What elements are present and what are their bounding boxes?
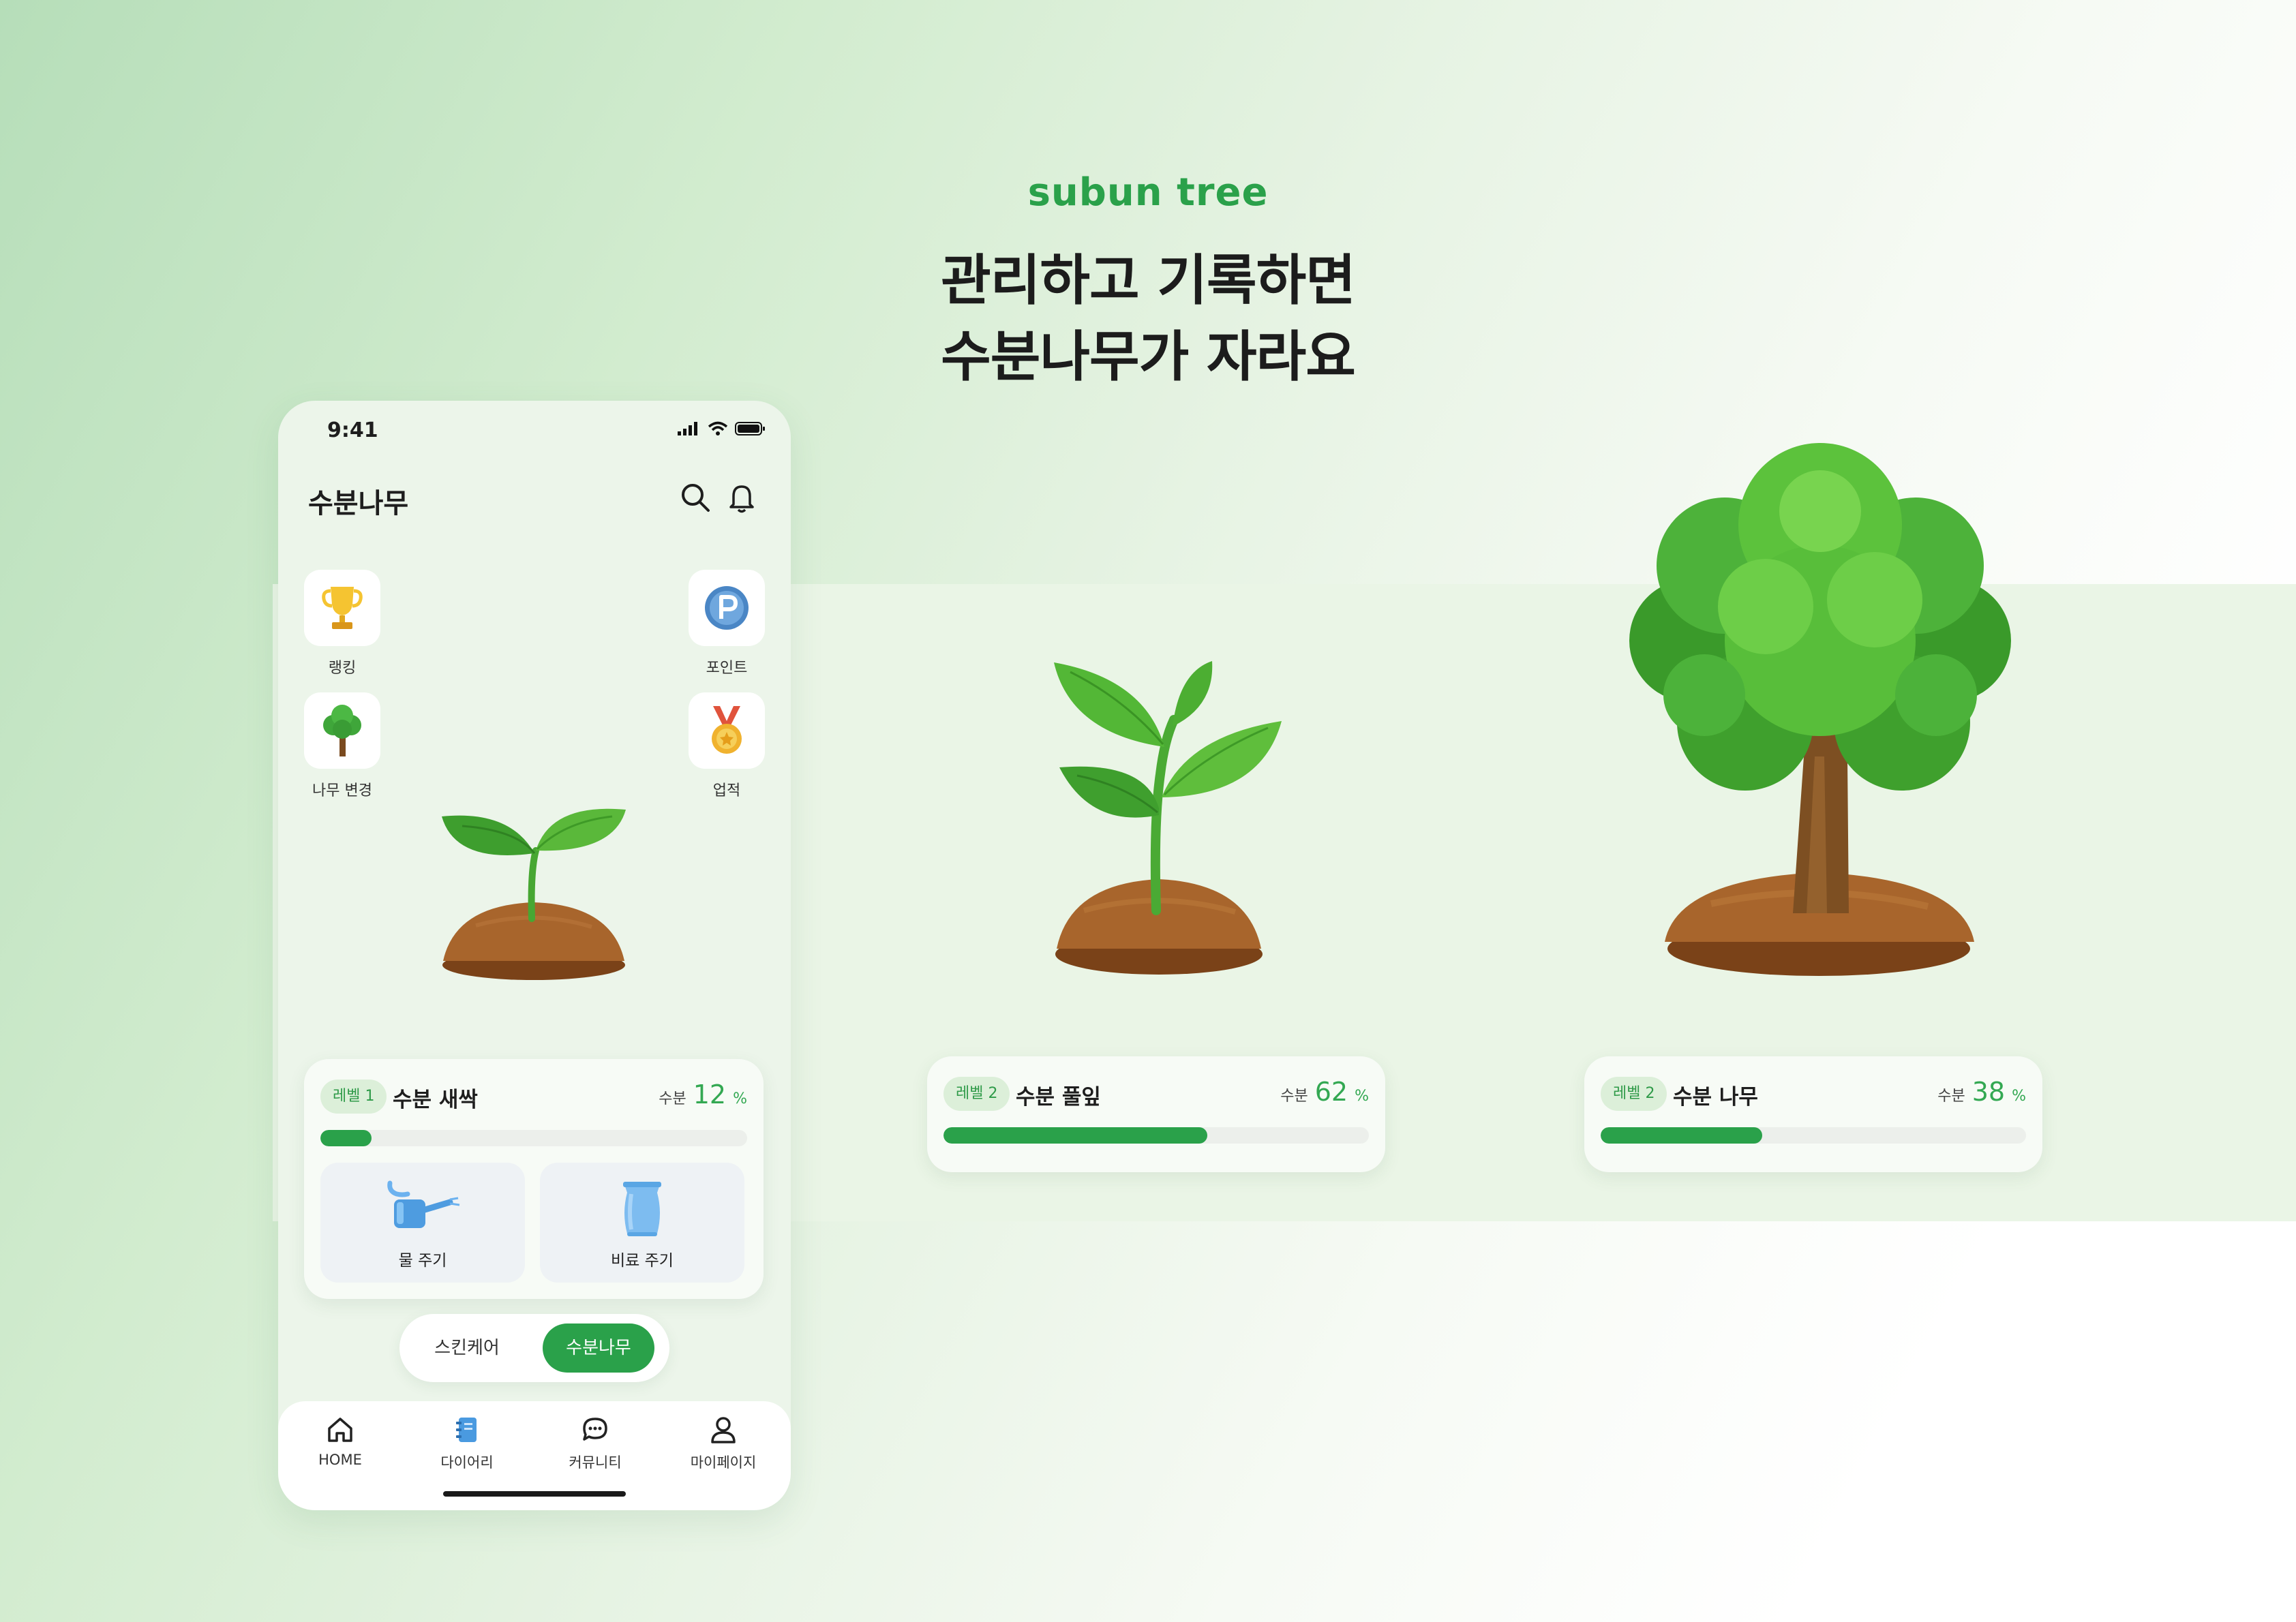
- headline: 관리하고 기록하면 수분나무가 자라요: [0, 243, 2296, 395]
- moisture-readout: 수분 62%: [1280, 1077, 1369, 1107]
- tab-community-label: 커뮤니티: [569, 1454, 622, 1471]
- moisture-readout: 수분 38%: [1937, 1077, 2026, 1107]
- moisture-label: 수분: [1280, 1088, 1308, 1105]
- tab-home-label: HOME: [318, 1452, 362, 1468]
- points-label: 포인트: [706, 660, 748, 677]
- tab-diary-label: 다이어리: [440, 1454, 494, 1471]
- moisture-unit: %: [1355, 1088, 1369, 1105]
- status-icons: [678, 421, 766, 436]
- app-title: 수분나무: [308, 488, 409, 519]
- water-label: 물 주기: [398, 1252, 447, 1270]
- tree-illustration: [1629, 443, 2011, 976]
- phone-mockup: 9:41 수분나무 랭킹 포인트 나무 변경 업적 레벨 1 수분 새싹 수분 …: [278, 401, 791, 1510]
- stage-name: 수분 풀잎: [1016, 1085, 1101, 1110]
- tab-home[interactable]: HOME: [289, 1413, 391, 1468]
- shortcut-ranking[interactable]: 랭킹: [303, 570, 382, 677]
- watering-can-icon: [387, 1180, 460, 1228]
- diary-icon: [456, 1418, 477, 1442]
- progress-fill: [1601, 1127, 1763, 1144]
- tree-change-tile: [304, 692, 380, 769]
- home-indicator: [443, 1491, 626, 1497]
- moisture-label: 수분: [659, 1090, 686, 1107]
- stage-name: 수분 새싹: [393, 1088, 478, 1112]
- achievements-label: 업적: [712, 782, 741, 799]
- chat-bubble-icon: [583, 1418, 607, 1441]
- tab-diary[interactable]: 다이어리: [416, 1413, 518, 1472]
- tab-mypage-label: 마이페이지: [690, 1454, 757, 1471]
- stage-card-tree: 레벨 2 수분 나무 수분 38%: [1584, 1056, 2042, 1172]
- toggle-tree[interactable]: 수분나무: [543, 1323, 654, 1373]
- progress-fill: [943, 1127, 1207, 1144]
- moisture-progress-bar: [1601, 1127, 2026, 1144]
- headline-line-2: 수분나무가 자라요: [941, 325, 1356, 388]
- search-icon[interactable]: [679, 481, 712, 514]
- fertilizer-bag-icon: [623, 1182, 661, 1236]
- user-icon: [711, 1417, 736, 1443]
- status-time: 9:41: [327, 418, 378, 442]
- tree-change-label: 나무 변경: [312, 782, 372, 799]
- sprout-illustration: [442, 808, 626, 980]
- ranking-label: 랭킹: [328, 660, 357, 677]
- moisture-unit: %: [2012, 1088, 2026, 1105]
- battery-icon: [735, 422, 765, 435]
- moisture-label: 수분: [1937, 1088, 1965, 1105]
- stage-card-grass: 레벨 2 수분 풀잎 수분 62%: [927, 1056, 1385, 1172]
- bottom-tab-bar: HOME 다이어리 커뮤니티 마이페이지: [278, 1401, 791, 1510]
- headline-line-1: 관리하고 기록하면: [941, 249, 1356, 312]
- achievements-tile: [689, 692, 765, 769]
- shortcut-tree-change[interactable]: 나무 변경: [303, 692, 382, 800]
- wifi-icon: [708, 421, 728, 435]
- stage-name: 수분 나무: [1673, 1085, 1758, 1110]
- level-badge: 레벨 1: [320, 1080, 387, 1114]
- moisture-value: 12: [693, 1080, 727, 1110]
- fertilizer-label: 비료 주기: [611, 1252, 674, 1270]
- bell-icon[interactable]: [725, 481, 758, 514]
- point-coin-icon: [705, 586, 749, 630]
- trophy-icon: [322, 587, 363, 629]
- level-badge: 레벨 2: [943, 1077, 1010, 1111]
- moisture-value: 62: [1314, 1077, 1348, 1107]
- phone-status-card: 레벨 1 수분 새싹 수분 12% 물 주기 비료 주기: [304, 1059, 764, 1299]
- signal-icon: [678, 422, 697, 435]
- ranking-tile: [304, 570, 380, 646]
- shortcut-points[interactable]: 포인트: [687, 570, 766, 677]
- moisture-value: 38: [1972, 1077, 2006, 1107]
- mode-toggle: 스킨케어 수분나무: [399, 1314, 669, 1382]
- moisture-progress-bar: [943, 1127, 1369, 1144]
- level-badge: 레벨 2: [1601, 1077, 1667, 1111]
- fertilizer-button[interactable]: 비료 주기: [540, 1163, 744, 1283]
- water-button[interactable]: 물 주기: [320, 1163, 525, 1283]
- moisture-progress-bar: [320, 1130, 747, 1146]
- shortcut-achievements[interactable]: 업적: [687, 692, 766, 800]
- leaf-sprout-illustration: [1054, 661, 1282, 975]
- medal-icon: [712, 706, 742, 754]
- moisture-unit: %: [733, 1090, 747, 1107]
- brand-name: subun tree: [1027, 170, 1269, 215]
- tab-mypage[interactable]: 마이페이지: [672, 1413, 774, 1472]
- tree-icon: [323, 705, 361, 756]
- progress-fill: [320, 1130, 372, 1146]
- toggle-skincare[interactable]: 스킨케어: [416, 1326, 518, 1370]
- tab-community[interactable]: 커뮤니티: [544, 1413, 646, 1472]
- home-icon: [328, 1418, 352, 1442]
- points-tile: [689, 570, 765, 646]
- moisture-readout: 수분 12%: [659, 1080, 747, 1110]
